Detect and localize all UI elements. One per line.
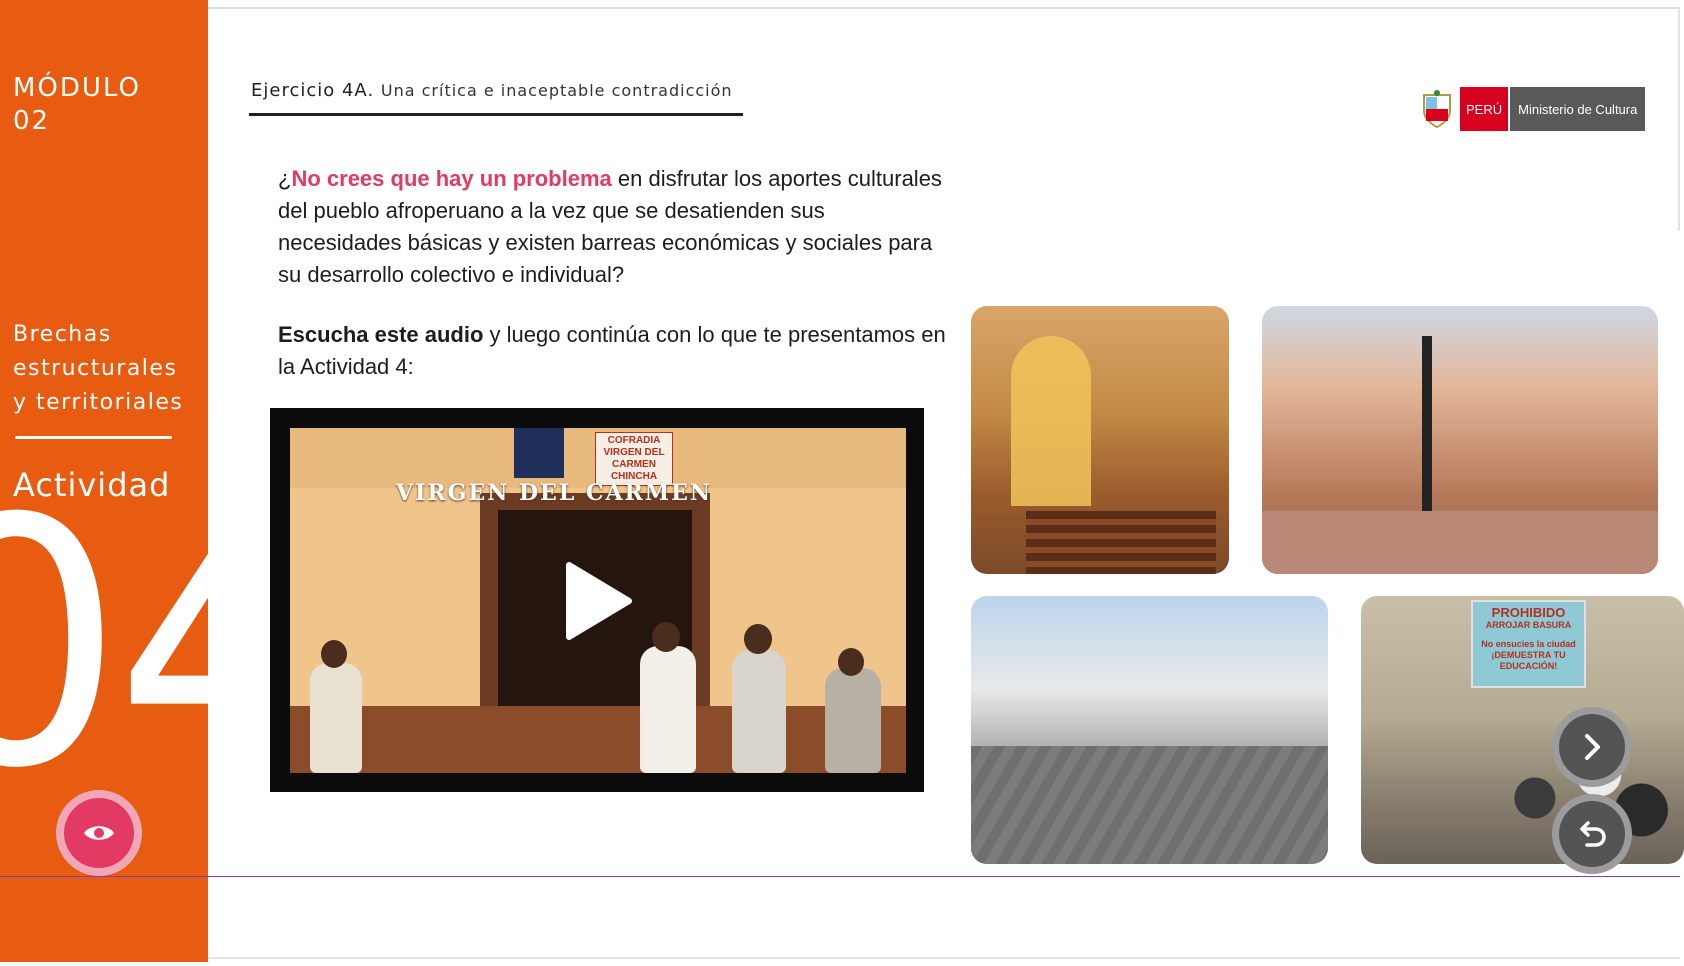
sign-line: PROHIBIDO [1491,605,1566,620]
photo-church-interior [971,306,1229,574]
question-text: ¿No crees que hay un problema en disfrut… [278,163,953,291]
street-lamp [1422,336,1432,536]
listen-bold: Escucha este audio [278,322,484,347]
video-player[interactable]: COFRADIA VIRGEN DEL CARMEN CHINCHA VIRGE… [270,408,924,792]
listen-instruction: Escucha este audio y luego continúa con … [278,319,953,383]
next-button[interactable] [1552,707,1632,787]
question-highlight: No crees que hay un problema [291,166,612,191]
photo-colonial-street [1262,306,1658,574]
ministry-logo: PERÚ Ministerio de Cultura [1420,86,1646,132]
section-title-line: y territoriales [13,390,184,415]
play-button[interactable] [290,428,906,773]
street-pavement [1262,511,1658,574]
view-button-inner[interactable] [64,798,134,868]
exercise-underline [249,113,743,116]
view-button[interactable] [56,790,142,876]
exercise-heading: Ejercicio 4A. Una crítica e inaceptable … [251,80,733,101]
sign-line: ARROJAR BASURA [1485,620,1572,630]
altar [1011,336,1091,506]
chevron-right-icon [1585,734,1600,760]
section-title: Brechas estructurales y territoriales [13,318,183,420]
module-title: MÓDULO [13,73,141,103]
activity-number: 04 [0,447,208,843]
question-mark: ¿ [278,166,292,191]
sign-line: No ensucies la ciudad [1481,639,1576,649]
photo-littered-street [971,596,1328,864]
top-rule [208,7,1680,9]
module-label: MÓDULO 02 [13,72,141,138]
bottom-rule [208,957,1680,959]
play-icon [566,561,632,640]
church-pews [1026,511,1216,574]
undo-icon [1580,821,1606,847]
undo-button[interactable] [1552,794,1632,874]
module-number: 02 [13,106,51,136]
logo-peru: PERÚ [1460,87,1509,131]
eye-icon [84,826,114,840]
sidebar-divider [15,436,172,439]
next-button-inner[interactable] [1559,714,1625,780]
exercise-title: Una crítica e inaceptable contradicción [380,81,733,100]
peru-coat-of-arms-icon [1423,90,1451,129]
undo-button-inner[interactable] [1559,801,1625,867]
right-rule [1678,9,1680,231]
cobbled-road [971,746,1328,864]
exercise-label: Ejercicio 4A [251,80,368,101]
video-thumbnail: COFRADIA VIRGEN DEL CARMEN CHINCHA VIRGE… [290,428,906,773]
section-title-line: estructurales [13,356,178,381]
photo-garbage-wall: PROHIBIDO ARROJAR BASURA No ensucies la … [1361,596,1684,864]
prohibido-sign: PROHIBIDO ARROJAR BASURA No ensucies la … [1471,600,1586,688]
logo-ministry: Ministerio de Cultura [1508,87,1646,131]
sign-line: ¡DEMUESTRA TU EDUCACIÓN! [1491,650,1566,671]
purple-rule [0,876,1680,877]
section-title-line: Brechas [13,322,112,347]
sidebar: MÓDULO 02 Brechas estructurales y territ… [0,0,208,962]
